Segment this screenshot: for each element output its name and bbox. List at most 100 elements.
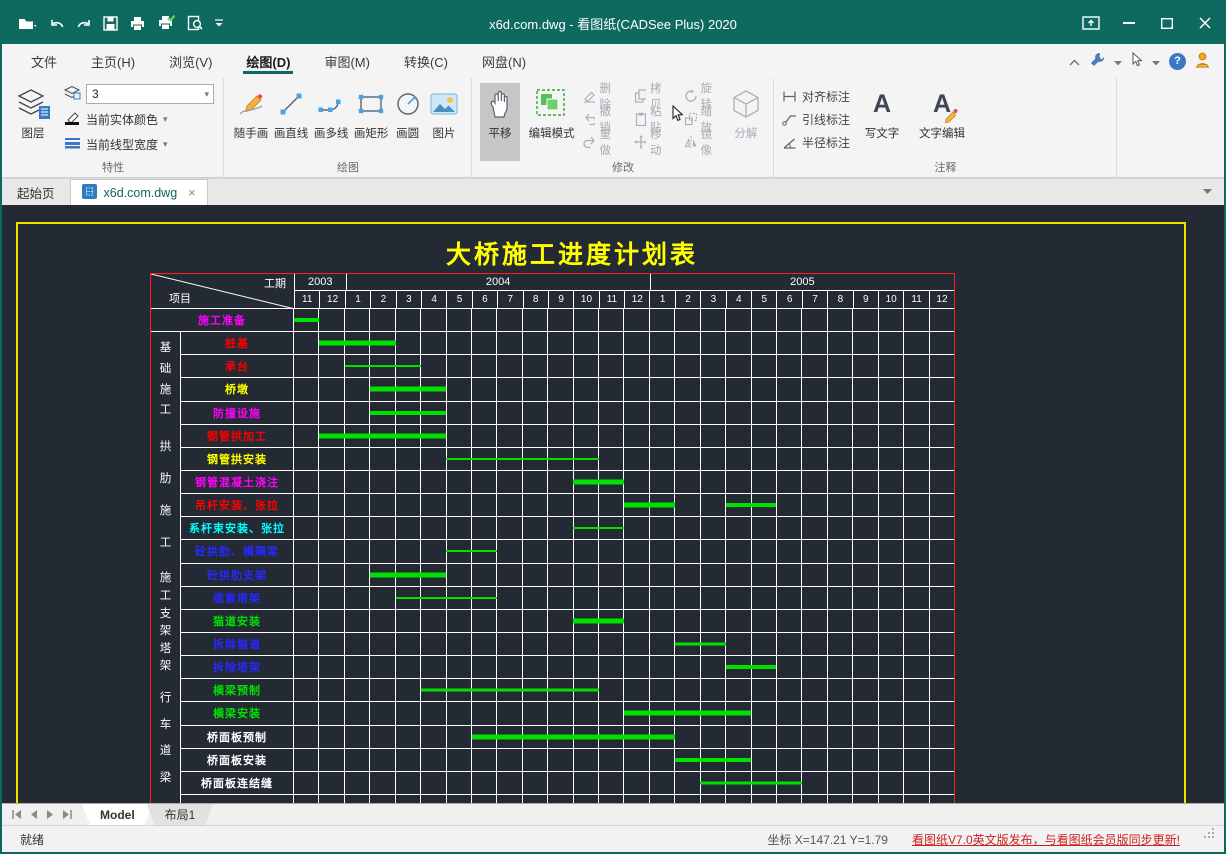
grid-cell (370, 540, 395, 562)
gantt-bar (726, 503, 777, 507)
tab-start-page[interactable]: 起始页 (2, 179, 70, 205)
resize-grip[interactable] (1204, 834, 1214, 844)
cursor-icon[interactable] (1131, 52, 1143, 70)
gantt-bar (675, 758, 751, 762)
aligned-dim-button[interactable]: 对齐标注 (782, 86, 850, 106)
grid-cell (752, 332, 777, 354)
grid-cell (802, 726, 827, 748)
wrench-caret-icon[interactable] (1114, 54, 1122, 69)
layers-button[interactable]: 图层 (10, 83, 56, 161)
grid-cell (396, 540, 421, 562)
boxed-arrow-button[interactable] (1072, 6, 1110, 40)
grid-cell (853, 587, 878, 609)
circle-button[interactable]: 画圆 (392, 83, 423, 161)
gantt-row: 承台 (181, 355, 954, 378)
grid-cell (345, 795, 370, 803)
print-preview-icon[interactable] (187, 15, 203, 31)
polyline-button[interactable]: 画多线 (312, 83, 350, 161)
menu-review[interactable]: 审图(M) (307, 44, 387, 78)
tab-document-active[interactable]: x6d.com.dwg × (70, 179, 208, 205)
grid-cell (523, 517, 548, 539)
line-width-button[interactable]: 当前线型宽度▾ (64, 133, 214, 155)
next-sheet-icon[interactable] (46, 806, 54, 824)
grid-cell (396, 772, 421, 794)
menu-browse[interactable]: 浏览(V) (152, 44, 229, 78)
sheet-tab-layout1[interactable]: 布局1 (147, 804, 214, 825)
grid-cell (752, 726, 777, 748)
grid-cell (294, 656, 319, 678)
grid-cell (752, 309, 777, 331)
menu-draw[interactable]: 绘图(D) (229, 44, 307, 78)
grid-cell (675, 425, 700, 447)
grid-cell (828, 471, 853, 493)
menu-convert[interactable]: 转换(C) (387, 44, 465, 78)
write-text-button[interactable]: A 写文字 (860, 83, 904, 161)
edit-text-button[interactable]: A 文字编辑 (914, 83, 970, 161)
gantt-bar (446, 458, 598, 460)
wrench-icon[interactable] (1089, 52, 1105, 71)
collapse-ribbon-icon[interactable] (1069, 54, 1080, 69)
promo-link[interactable]: 看图纸V7.0英文版发布，与看图纸会员版同步更新! (912, 831, 1180, 848)
tab-close-icon[interactable]: × (184, 185, 196, 200)
grid-cell (853, 332, 878, 354)
grid-cell (599, 795, 624, 803)
grid-cell (447, 309, 472, 331)
first-sheet-icon[interactable] (12, 806, 22, 824)
month-cell: 7 (498, 291, 523, 308)
gantt-row-area (294, 564, 954, 586)
grid-cell (319, 309, 344, 331)
layer-select[interactable]: 3▾ (86, 84, 214, 104)
task-label: 横梁安装 (181, 702, 294, 724)
freehand-button[interactable]: 随手画 (232, 83, 270, 161)
grid-cell (548, 749, 573, 771)
minimize-button[interactable] (1110, 6, 1148, 40)
tab-list-caret-icon[interactable] (1203, 179, 1224, 205)
print-icon[interactable] (129, 16, 146, 31)
grid-cell (675, 726, 700, 748)
leader-dim-button[interactable]: 引线标注 (782, 109, 850, 129)
grid-cell (853, 355, 878, 377)
radius-dim-button[interactable]: 半径标注 (782, 132, 850, 152)
pan-button[interactable]: 平移 (480, 83, 520, 161)
open-folder-icon[interactable] (18, 16, 38, 31)
help-icon[interactable]: ? (1169, 53, 1186, 70)
menu-home[interactable]: 主页(H) (74, 44, 152, 78)
hand-icon (486, 83, 514, 125)
grid-cell (828, 332, 853, 354)
grid-cell (396, 633, 421, 655)
print-check-icon[interactable] (157, 15, 176, 31)
image-button[interactable]: 图片 (425, 83, 463, 161)
grid-cell (370, 494, 395, 516)
grid-cell (497, 332, 522, 354)
draw-line-button[interactable]: 画直线 (272, 83, 310, 161)
grid-cell (802, 517, 827, 539)
menu-cloud[interactable]: 网盘(N) (465, 44, 543, 78)
rectangle-button[interactable]: 画矩形 (352, 83, 390, 161)
grid-cell (624, 332, 649, 354)
grid-cell (777, 309, 802, 331)
drawing-canvas[interactable]: 大桥施工进度计划表 项目 工期 200320042005 11121234567… (2, 205, 1224, 803)
gantt-bar (573, 618, 624, 623)
close-button[interactable] (1186, 6, 1224, 40)
maximize-button[interactable] (1148, 6, 1186, 40)
save-icon[interactable] (103, 16, 118, 31)
last-sheet-icon[interactable] (62, 806, 72, 824)
undo-icon[interactable] (49, 16, 65, 30)
edit-mode-button[interactable]: 编辑模式 (526, 83, 577, 161)
grid-cell (319, 656, 344, 678)
grid-cell (574, 540, 599, 562)
sheet-tab-model[interactable]: Model (82, 804, 153, 825)
grid-cell (447, 355, 472, 377)
entity-color-button[interactable]: 当前实体颜色▾ (64, 108, 214, 130)
user-icon[interactable] (1195, 52, 1210, 71)
gantt-row: 桥墩 (181, 378, 954, 401)
grid-cell (777, 378, 802, 400)
grid-cell (930, 587, 954, 609)
cursor-caret-icon[interactable] (1152, 54, 1160, 69)
prev-sheet-icon[interactable] (30, 806, 38, 824)
redo-icon[interactable] (76, 16, 92, 30)
grid-cell (802, 749, 827, 771)
grid-cell (853, 309, 878, 331)
menu-file[interactable]: 文件 (14, 44, 74, 78)
customize-quick-access-icon[interactable] (214, 17, 224, 29)
